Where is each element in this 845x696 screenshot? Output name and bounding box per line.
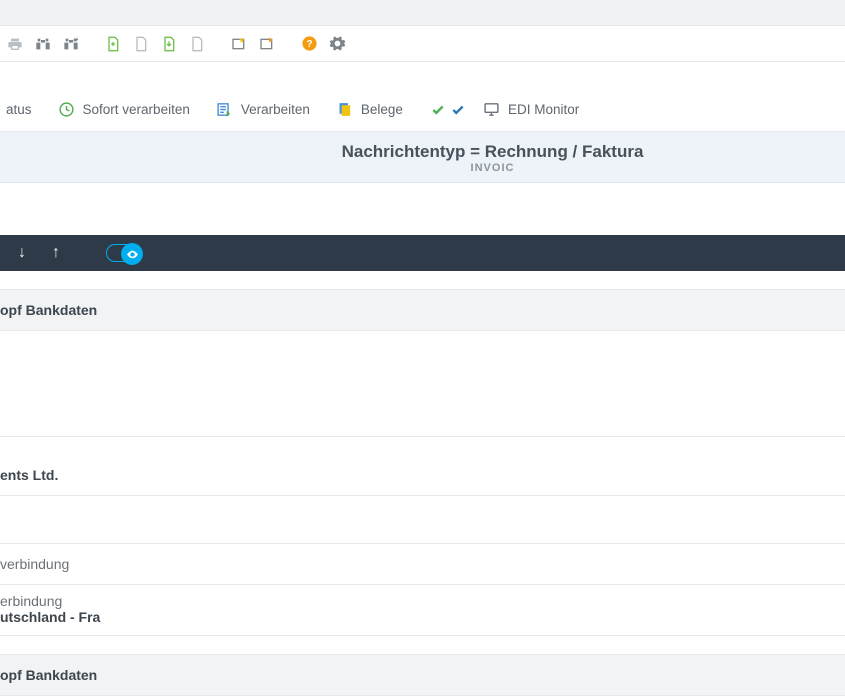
message-type-code: INVOIC [6,162,839,174]
connection-country-row: erbindung utschland - Fra [0,585,845,636]
connection-label: erbindung [0,593,839,609]
process-action[interactable]: Verarbeiten [216,101,310,119]
detail-toolbar: ↓ ↑ [0,235,845,271]
doc-blank2-icon[interactable] [188,35,206,53]
action-row: atus Sofort verarbeiten Verarbeiten Bele… [0,88,845,132]
edi-monitor-label: EDI Monitor [508,102,579,117]
message-type-title: Nachrichtentyp = Rechnung / Faktura [6,142,839,162]
monitor-icon [483,101,501,119]
window-arrow-icon[interactable] [258,35,276,53]
message-type-header: Nachrichtentyp = Rechnung / Faktura INVO… [0,132,845,183]
checkmarks-action[interactable] [429,101,467,119]
window-star-icon[interactable] [230,35,248,53]
eye-icon [121,243,143,265]
documents-icon [336,101,354,119]
help-icon[interactable]: ? [300,35,318,53]
section-bank-header-2: opf Bankdaten [0,654,845,696]
documents-action[interactable]: Belege [336,101,403,119]
doc-down-icon[interactable] [160,35,178,53]
doc-blank-icon[interactable] [132,35,150,53]
company-row: ents Ltd. [0,455,845,496]
collapse-down-icon[interactable]: ↓ [18,244,26,262]
process-now-label: Sofort verarbeiten [83,102,190,117]
settings-icon[interactable] [328,35,346,53]
visibility-toggle[interactable] [106,244,142,262]
binoculars-next-icon[interactable] [62,35,80,53]
status-action[interactable]: atus [6,102,32,117]
process-now-icon [58,101,76,119]
documents-label: Belege [361,102,403,117]
collapse-up-icon[interactable]: ↑ [52,244,60,262]
edi-monitor-action[interactable]: EDI Monitor [483,101,579,119]
window-chrome [0,0,845,26]
detail-content: opf Bankdaten ents Ltd. verbindung erbin… [0,271,845,696]
print-icon[interactable] [6,35,24,53]
process-now-action[interactable]: Sofort verarbeiten [58,101,190,119]
svg-text:?: ? [306,39,312,50]
process-icon [216,101,234,119]
status-label: atus [6,102,32,117]
binoculars-icon[interactable] [34,35,52,53]
process-label: Verarbeiten [241,102,310,117]
check-green-icon [429,101,447,119]
check-blue-icon [449,101,467,119]
section-bank-header-1: opf Bankdaten [0,289,845,331]
doc-add-icon[interactable] [104,35,122,53]
connection-value: utschland - Fra [0,609,839,625]
connection-row: verbindung [0,544,845,585]
app-toolbar: ? [0,26,845,62]
